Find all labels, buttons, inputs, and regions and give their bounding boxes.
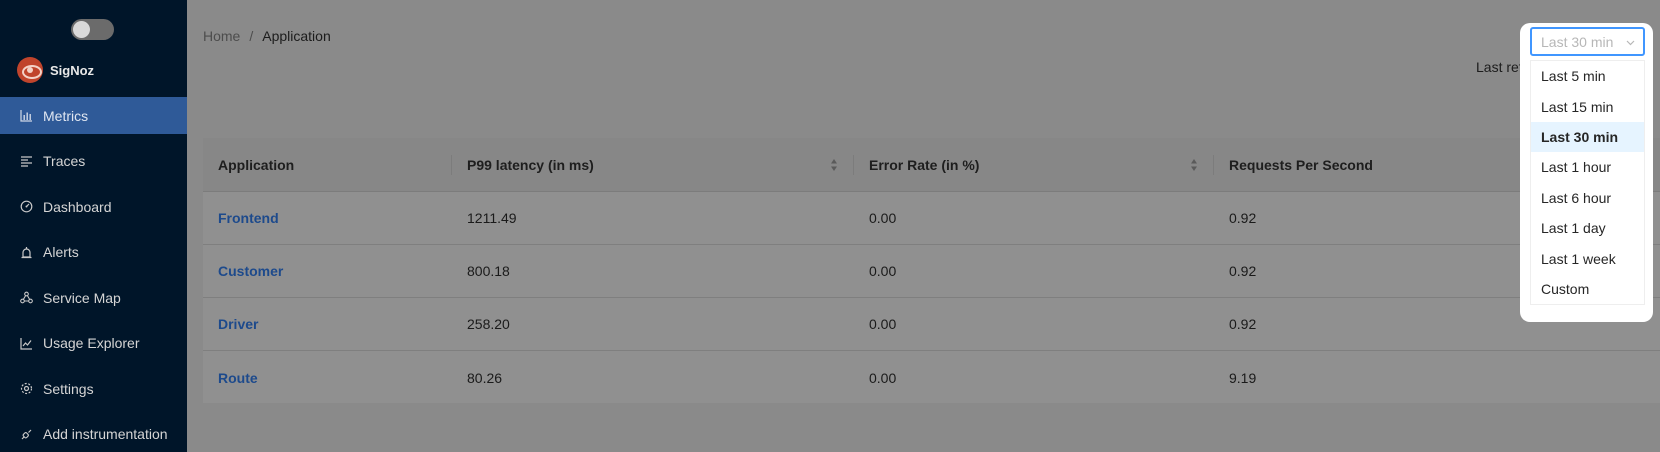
application-link[interactable]: Customer — [203, 245, 452, 297]
toggle-knob — [73, 21, 90, 38]
bar-chart-icon — [20, 109, 33, 122]
option-custom[interactable]: Custom — [1531, 274, 1644, 304]
sidebar-item-label: Service Map — [43, 289, 121, 306]
sidebar-item-settings[interactable]: Settings — [0, 370, 187, 407]
align-left-icon — [20, 155, 33, 168]
p99-latency-cell: 800.18 — [467, 263, 510, 279]
option-last-30-min[interactable]: Last 30 min — [1531, 121, 1644, 153]
sidebar-item-usage-explorer[interactable]: Usage Explorer — [0, 325, 187, 362]
breadcrumb-separator: / — [249, 28, 254, 44]
sidebar-item-label: Metrics — [43, 107, 89, 124]
alarm-icon — [20, 246, 33, 259]
time-range-dropdown: Last 30 min Last 5 min Last 15 min Last … — [1520, 23, 1653, 322]
column-header-error-rate[interactable]: Error Rate (in %) — [854, 138, 1214, 191]
sidebar-menu: Metrics Traces Dashboard Alerts Service … — [0, 97, 187, 452]
signoz-logo-icon — [17, 57, 43, 83]
brand[interactable]: SigNoz — [17, 57, 94, 83]
application-link[interactable]: Route — [203, 351, 452, 404]
breadcrumb-current: Application — [262, 28, 331, 44]
breadcrumb: Home / Application — [203, 28, 331, 44]
option-last-1-week[interactable]: Last 1 week — [1531, 243, 1644, 273]
sort-icon[interactable] — [830, 158, 838, 172]
column-header-p99-latency[interactable]: P99 latency (in ms) — [452, 138, 854, 191]
option-last-1-day[interactable]: Last 1 day — [1531, 213, 1644, 243]
sidebar-item-alerts[interactable]: Alerts — [0, 234, 187, 271]
chevron-down-icon — [1626, 40, 1635, 46]
api-icon — [20, 428, 33, 441]
error-rate-cell: 0.00 — [869, 316, 897, 332]
option-last-6-hour[interactable]: Last 6 hour — [1531, 183, 1644, 213]
error-rate-cell: 0.00 — [869, 369, 897, 386]
time-range-options: Last 5 min Last 15 min Last 30 min Last … — [1530, 60, 1645, 306]
column-header-label: Application — [218, 156, 295, 173]
sidebar-item-label: Alerts — [43, 244, 79, 260]
gear-icon — [20, 382, 33, 395]
sidebar-item-label: Add instrumentation — [43, 426, 168, 442]
error-rate-cell: 0.00 — [869, 210, 897, 226]
sidebar-item-label: Settings — [43, 380, 94, 397]
sidebar-item-metrics[interactable]: Metrics — [0, 97, 187, 134]
line-chart-icon — [20, 337, 33, 350]
table-row[interactable]: Route 80.26 0.00 9.19 — [203, 351, 1660, 404]
sidebar-item-label: Dashboard — [43, 198, 112, 215]
brand-name: SigNoz — [50, 62, 95, 78]
option-last-5-min[interactable]: Last 5 min — [1531, 61, 1644, 91]
time-range-selected-value: Last 30 min — [1541, 33, 1614, 50]
table-row[interactable]: Customer 800.18 0.00 0.92 — [203, 245, 1660, 298]
table-row[interactable]: Driver 258.20 0.00 0.92 — [203, 298, 1660, 351]
column-header-application: Application — [203, 138, 452, 191]
p99-latency-cell: 1211.49 — [467, 210, 517, 226]
dashboard-icon — [20, 200, 33, 213]
sidebar-item-label: Usage Explorer — [43, 335, 140, 351]
sidebar: SigNoz Metrics Traces Dashboard Alerts S… — [0, 0, 187, 452]
sidebar-item-add-instrumentation[interactable]: Add instrumentation — [0, 416, 187, 452]
error-rate-cell: 0.00 — [869, 263, 897, 279]
applications-table: Application P99 latency (in ms) Error Ra… — [203, 138, 1660, 403]
table-header: Application P99 latency (in ms) Error Ra… — [203, 138, 1660, 192]
p99-latency-cell: 258.20 — [467, 316, 510, 332]
theme-toggle[interactable] — [71, 19, 114, 40]
deployment-unit-icon — [20, 291, 33, 304]
column-header-label: Error Rate (in %) — [869, 156, 980, 173]
rps-cell: 9.19 — [1229, 369, 1257, 386]
column-header-label: P99 latency (in ms) — [467, 156, 594, 173]
option-last-1-hour[interactable]: Last 1 hour — [1531, 152, 1644, 182]
sidebar-item-label: Traces — [43, 153, 86, 169]
application-link[interactable]: Driver — [203, 298, 452, 350]
table-row[interactable]: Frontend 1211.49 0.00 0.92 — [203, 192, 1660, 245]
sidebar-item-traces[interactable]: Traces — [0, 143, 187, 180]
column-header-label: Requests Per Second — [1229, 156, 1373, 173]
time-range-select[interactable]: Last 30 min — [1530, 27, 1645, 56]
sidebar-item-service-map[interactable]: Service Map — [0, 279, 187, 316]
sort-icon[interactable] — [1190, 158, 1198, 172]
application-link[interactable]: Frontend — [203, 192, 452, 244]
sidebar-item-dashboard[interactable]: Dashboard — [0, 188, 187, 225]
p99-latency-cell: 80.26 — [467, 369, 503, 386]
breadcrumb-home[interactable]: Home — [203, 28, 240, 44]
option-last-15-min[interactable]: Last 15 min — [1531, 91, 1644, 121]
